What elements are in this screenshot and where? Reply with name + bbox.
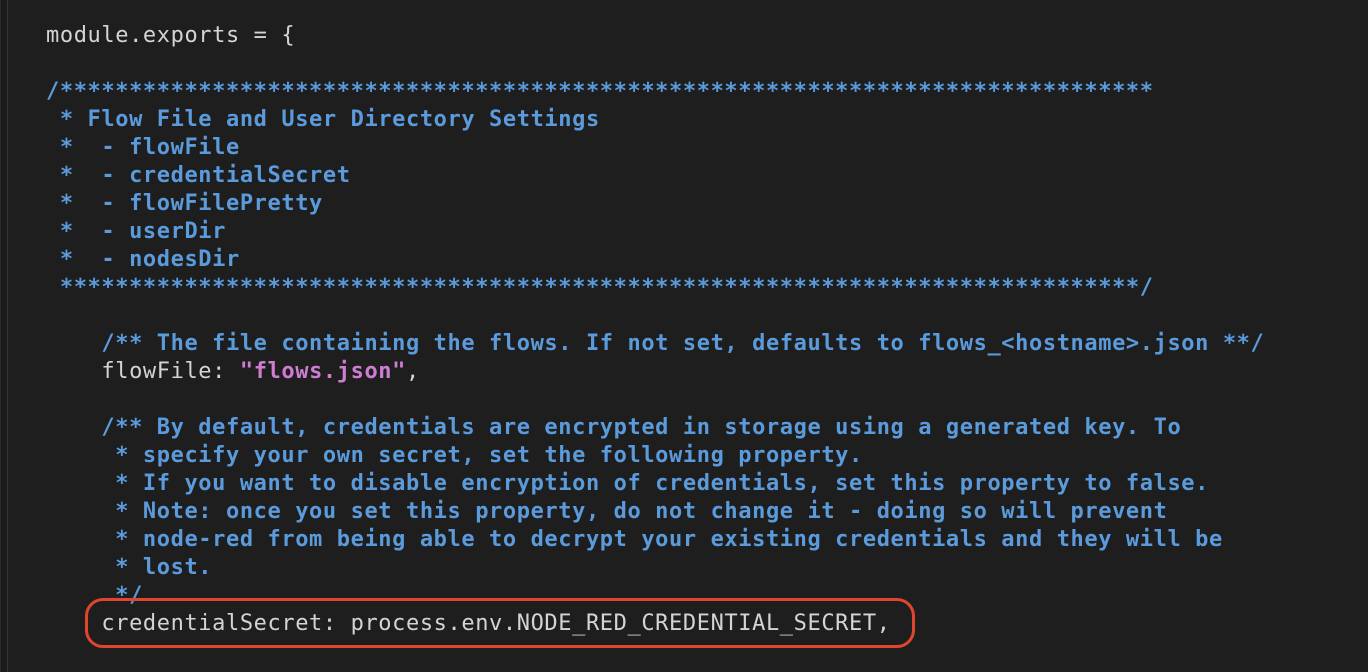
code-line[interactable]: /** The file containing the flows. If no… — [46, 330, 1264, 358]
code-line[interactable]: * Flow File and User Directory Settings — [46, 106, 1264, 134]
code-text: flowFile: — [46, 359, 240, 384]
code-comment: ****************************************… — [46, 275, 1154, 300]
code-line[interactable] — [46, 386, 1264, 414]
code-line[interactable] — [46, 50, 1264, 78]
code-line[interactable]: * - flowFilePretty — [46, 190, 1264, 218]
code-line[interactable]: module.exports = { — [46, 22, 1264, 50]
code-line[interactable]: * - flowFile — [46, 134, 1264, 162]
code-text: module.exports = { — [46, 23, 296, 48]
code-comment: * lost. — [46, 555, 213, 580]
code-line[interactable]: * Note: once you set this property, do n… — [46, 498, 1264, 526]
code-line[interactable]: ****************************************… — [46, 274, 1264, 302]
code-line[interactable]: * node-red from being able to decrypt yo… — [46, 526, 1264, 554]
code-line[interactable]: * - credentialSecret — [46, 162, 1264, 190]
code-string: "flows.json" — [239, 359, 406, 384]
code-line[interactable]: /** By default, credentials are encrypte… — [46, 414, 1264, 442]
code-comment: * specify your own secret, set the follo… — [46, 443, 863, 468]
code-comment: * - flowFile — [46, 135, 240, 160]
code-comment: /** By default, credentials are encrypte… — [46, 415, 1182, 440]
code-comment: * node-red from being able to decrypt yo… — [46, 527, 1223, 552]
code-text: , — [406, 359, 420, 384]
code-view[interactable]: module.exports = { /*********************… — [46, 22, 1264, 638]
code-comment: * If you want to disable encryption of c… — [46, 471, 1209, 496]
code-comment: * - nodesDir — [46, 247, 240, 272]
editor-gutter-edge — [0, 0, 8, 672]
code-line[interactable]: * specify your own secret, set the follo… — [46, 442, 1264, 470]
code-line[interactable]: * lost. — [46, 554, 1264, 582]
code-comment: * - credentialSecret — [46, 163, 351, 188]
code-line[interactable]: * - userDir — [46, 218, 1264, 246]
code-comment: /** The file containing the flows. If no… — [46, 331, 1265, 356]
code-comment: * Flow File and User Directory Settings — [46, 107, 600, 132]
code-line[interactable]: /***************************************… — [46, 78, 1264, 106]
credential-secret-highlight — [85, 598, 915, 648]
code-comment: * Note: once you set this property, do n… — [46, 499, 1168, 524]
code-editor: module.exports = { /*********************… — [0, 0, 1368, 672]
code-comment: * - userDir — [46, 219, 226, 244]
code-line[interactable]: flowFile: "flows.json", — [46, 358, 1264, 386]
code-line[interactable] — [46, 302, 1264, 330]
code-line[interactable]: * - nodesDir — [46, 246, 1264, 274]
code-comment: /***************************************… — [46, 79, 1154, 104]
code-line[interactable]: * If you want to disable encryption of c… — [46, 470, 1264, 498]
code-comment: * - flowFilePretty — [46, 191, 323, 216]
